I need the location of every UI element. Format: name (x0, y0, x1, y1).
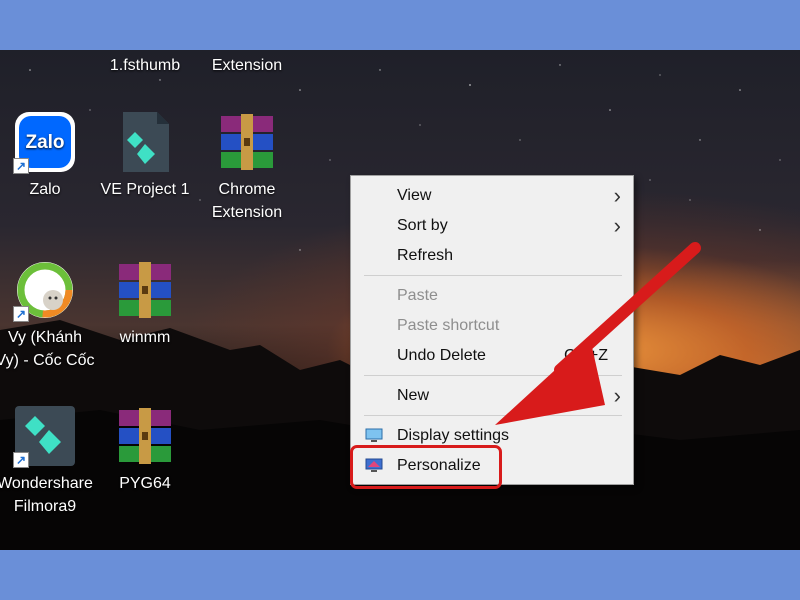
icon-label: Extension (211, 57, 283, 74)
desktop-icon-coccoc[interactable]: ↗ Vy (Khánh Vy) - Cốc Cốc (0, 258, 100, 372)
menu-item-sort-by[interactable]: Sort by › (351, 211, 633, 241)
desktop-icon-extension-top[interactable]: Extension (192, 54, 302, 77)
desktop-icon-filmora[interactable]: ↗ Wondershare Filmora9 (0, 404, 100, 518)
menu-item-label: Sort by (397, 217, 448, 234)
icon-label: Zalo (29, 181, 61, 198)
icon-label: 1.fsthumb (109, 57, 181, 74)
chevron-right-icon: › (613, 183, 621, 208)
menu-item-undo-delete[interactable]: Undo Delete Ctrl+Z (351, 341, 633, 371)
winrar-archive-icon (113, 258, 177, 322)
chevron-right-icon: › (613, 383, 621, 408)
menu-item-label: Refresh (397, 247, 454, 264)
shortcut-arrow-icon: ↗ (13, 452, 29, 468)
winrar-archive-icon (215, 110, 279, 174)
menu-item-label: Paste (397, 287, 438, 304)
icon-label: VE Project 1 (100, 181, 190, 198)
desktop-icon-winmm[interactable]: winmm (90, 258, 200, 349)
icon-label: Chrome (218, 181, 276, 198)
desktop-icon-ve-project[interactable]: VE Project 1 (90, 110, 200, 201)
menu-item-paste[interactable]: Paste (351, 281, 633, 311)
desktop-icon-pyg64[interactable]: PYG64 (90, 404, 200, 495)
icon-label: winmm (119, 329, 171, 346)
shortcut-arrow-icon: ↗ (13, 158, 29, 174)
file-icon (113, 110, 177, 174)
menu-item-label: View (397, 187, 432, 204)
icon-label: PYG64 (119, 475, 171, 492)
menu-separator (364, 275, 622, 276)
personalize-highlight-box (350, 445, 502, 489)
icon-label-line2: Filmora9 (13, 498, 77, 515)
winrar-archive-icon (113, 404, 177, 468)
icon-label-line2: Extension (211, 204, 283, 221)
icon-label: Vy (Khánh (7, 329, 83, 346)
zalo-logo-text: Zalo (25, 132, 64, 153)
desktop-icon-fsthumb[interactable]: 1.fsthumb (90, 54, 200, 77)
icon-label: Wondershare (0, 475, 93, 492)
chevron-right-icon: › (613, 213, 621, 238)
desktop-icon-zalo[interactable]: Zalo ↗ Zalo (0, 110, 100, 201)
menu-separator (364, 415, 622, 416)
menu-item-label: New (397, 387, 430, 404)
menu-item-refresh[interactable]: Refresh (351, 241, 633, 271)
menu-item-label: Paste shortcut (397, 317, 500, 334)
menu-separator (364, 375, 622, 376)
display-icon (365, 428, 383, 442)
desktop-context-menu: View › Sort by › Refresh Paste Paste sho… (350, 175, 634, 485)
icon-label-line2: Vy) - Cốc Cốc (0, 352, 95, 369)
zalo-app-icon: Zalo ↗ (13, 110, 77, 174)
menu-item-paste-shortcut[interactable]: Paste shortcut (351, 311, 633, 341)
menu-item-shortcut: Ctrl+Z (564, 347, 608, 364)
shortcut-arrow-icon: ↗ (13, 306, 29, 322)
menu-item-new[interactable]: New › (351, 381, 633, 411)
desktop-icon-chrome-extension[interactable]: Chrome Extension (192, 110, 302, 224)
menu-item-view[interactable]: View › (351, 181, 633, 211)
menu-item-label: Undo Delete (397, 347, 486, 364)
filmora-app-icon: ↗ (13, 404, 77, 468)
coccoc-browser-icon: ↗ (13, 258, 77, 322)
